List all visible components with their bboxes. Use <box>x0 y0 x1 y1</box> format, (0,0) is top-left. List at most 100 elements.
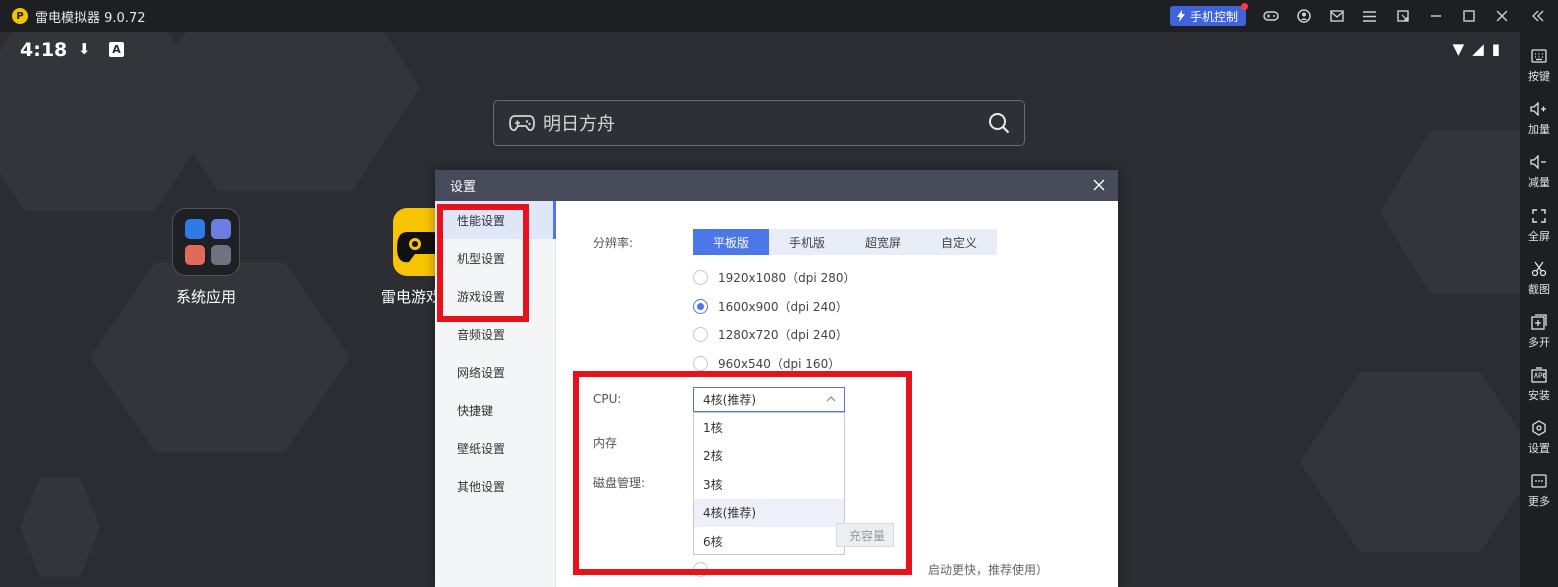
browser-app-icon <box>211 219 231 239</box>
cpu-option[interactable]: 3核 <box>694 470 844 499</box>
resolution-option[interactable]: 1600x900（dpi 240） <box>693 298 848 315</box>
settings-icon <box>1532 420 1546 436</box>
collapse-icon[interactable] <box>1518 0 1558 32</box>
tab-tablet[interactable]: 平板版 <box>693 229 769 255</box>
background-hexagon <box>1380 131 1520 293</box>
nav-wallpaper[interactable]: 壁纸设置 <box>435 429 556 467</box>
toolbar-volume-up[interactable]: 加量 <box>1520 100 1558 137</box>
toolbar-screenshot[interactable]: 截图 <box>1520 260 1558 297</box>
lightning-icon <box>1176 10 1185 22</box>
minimize-icon[interactable] <box>1419 0 1452 32</box>
close-icon[interactable] <box>1485 0 1518 32</box>
chevron-up-icon <box>826 396 836 402</box>
wifi-icon: ▼ <box>1452 40 1465 58</box>
phone-control-label: 手机控制 <box>1189 9 1238 24</box>
radio-button[interactable] <box>693 327 708 342</box>
resolution-option[interactable]: 1280x720（dpi 240） <box>693 326 848 343</box>
resolution-option[interactable]: 1920x1080（dpi 280） <box>693 269 855 286</box>
nav-device-model[interactable]: 机型设置 <box>435 239 556 277</box>
android-statusbar: 4:18 ⬇ A ▼ ◢ ▮ <box>0 32 1520 68</box>
user-icon[interactable] <box>1287 0 1320 32</box>
dialog-header: 设置 <box>435 170 1118 201</box>
partial-disk-option[interactable]: 启动更快，推荐使用） <box>693 561 1048 578</box>
resolution-option-label: 1280x720（dpi 240） <box>718 328 848 342</box>
tab-ultrawide[interactable]: 超宽屏 <box>845 229 921 255</box>
cpu-option[interactable]: 1核 <box>694 413 844 442</box>
app-label-game-center: 雷电游戏中心 <box>381 288 437 306</box>
tab-phone[interactable]: 手机版 <box>769 229 845 255</box>
resolution-option-label: 1600x900（dpi 240） <box>718 300 848 314</box>
maximize-icon[interactable] <box>1452 0 1485 32</box>
radio-button[interactable] <box>693 270 708 285</box>
toolbar-multi-instance[interactable]: 多开 <box>1520 313 1558 350</box>
app-label-system: 系统应用 <box>176 288 237 306</box>
nav-game[interactable]: 游戏设置 <box>435 277 556 315</box>
cpu-select[interactable]: 4核(推荐) <box>693 387 845 412</box>
download-icon: ⬇ <box>78 40 91 58</box>
background-hexagon <box>90 262 350 452</box>
window-titlebar: P 雷电模拟器 9.0.72 手机控制 <box>0 0 1558 32</box>
cpu-option[interactable]: 2核 <box>694 442 844 471</box>
resolution-option-label: 1920x1080（dpi 280） <box>718 271 856 285</box>
gamepad-icon <box>509 115 535 132</box>
menu-icon[interactable] <box>1353 0 1386 32</box>
toolbar-install-apk[interactable]: 安装 <box>1520 366 1558 403</box>
radio-button[interactable] <box>693 562 708 577</box>
settings-app-icon <box>185 219 205 239</box>
resolution-option[interactable]: 960x540（dpi 160） <box>693 355 840 372</box>
status-clock: 4:18 <box>20 39 68 61</box>
close-icon[interactable] <box>1090 176 1108 194</box>
toolbar-settings[interactable]: 设置 <box>1520 419 1558 456</box>
volume-down-icon <box>1530 155 1546 169</box>
toolbar-more[interactable]: 更多 <box>1520 472 1558 509</box>
system-apps-folder[interactable] <box>172 208 240 276</box>
search-icon[interactable] <box>988 112 1010 134</box>
multi-instance-icon <box>1531 314 1547 330</box>
toolbar-fullscreen[interactable]: 全屏 <box>1520 207 1558 244</box>
settings-panel: 分辨率: 平板版 手机版 超宽屏 自定义 1920x1080（dpi 280） … <box>556 201 1118 587</box>
app-search-bar[interactable]: 明日方舟 <box>493 100 1025 146</box>
search-input-text[interactable]: 明日方舟 <box>543 110 615 136</box>
settings-dialog: 设置 性能设置 机型设置 游戏设置 音频设置 网络设置 快捷键 壁纸设置 其他设… <box>435 170 1118 587</box>
emulator-right-toolbar: 按键 加量 减量 全屏 截图 多开 安装 设置 更多 <box>1520 32 1558 587</box>
toolbar-keymap[interactable]: 按键 <box>1520 47 1558 84</box>
nav-audio[interactable]: 音频设置 <box>435 315 556 353</box>
cpu-option[interactable]: 6核 <box>694 527 844 556</box>
tab-custom[interactable]: 自定义 <box>921 229 997 255</box>
contacts-app-icon <box>211 245 231 265</box>
app-logo-icon: P <box>12 8 28 24</box>
mail-icon[interactable] <box>1320 0 1353 32</box>
nav-performance[interactable]: 性能设置 <box>435 201 556 239</box>
toolbar-label: 加量 <box>1528 123 1550 136</box>
nav-shortcuts[interactable]: 快捷键 <box>435 391 556 429</box>
toolbar-label: 减量 <box>1528 176 1550 189</box>
memory-label: 内存 <box>593 436 618 450</box>
more-icon <box>1531 474 1547 488</box>
partial-option-text: 启动更快，推荐使用） <box>928 563 1049 577</box>
nav-other[interactable]: 其他设置 <box>435 467 556 505</box>
keyboard-icon <box>1531 49 1547 63</box>
toolbar-label: 截图 <box>1528 283 1550 296</box>
window-title: 雷电模拟器 9.0.72 <box>35 10 146 26</box>
toolbar-label: 全屏 <box>1528 230 1550 243</box>
phone-control-button[interactable]: 手机控制 <box>1169 3 1248 26</box>
radio-button-selected[interactable] <box>693 299 708 314</box>
titlebar-controls: 手机控制 <box>1169 0 1558 32</box>
background-hexagon <box>1300 372 1520 552</box>
dialog-title: 设置 <box>450 180 477 195</box>
fullscreen-icon <box>1532 209 1546 223</box>
notification-dot <box>1241 3 1248 10</box>
nav-network[interactable]: 网络设置 <box>435 353 556 391</box>
radio-button[interactable] <box>693 356 708 371</box>
toolbar-volume-down[interactable]: 减量 <box>1520 153 1558 190</box>
battery-icon: ▮ <box>1491 40 1500 58</box>
disk-management-label: 磁盘管理: <box>593 476 646 490</box>
background-hexagon <box>20 477 100 577</box>
expand-capacity-button[interactable]: 充容量 <box>836 523 894 547</box>
toolbar-label: 更多 <box>1528 495 1550 508</box>
cpu-option-highlighted[interactable]: 4核(推荐) <box>694 498 844 527</box>
resolution-tabs: 平板版 手机版 超宽屏 自定义 <box>693 229 997 255</box>
cpu-label: CPU: <box>593 392 622 406</box>
gamepad-icon[interactable] <box>1254 0 1287 32</box>
restore-icon[interactable] <box>1386 0 1419 32</box>
